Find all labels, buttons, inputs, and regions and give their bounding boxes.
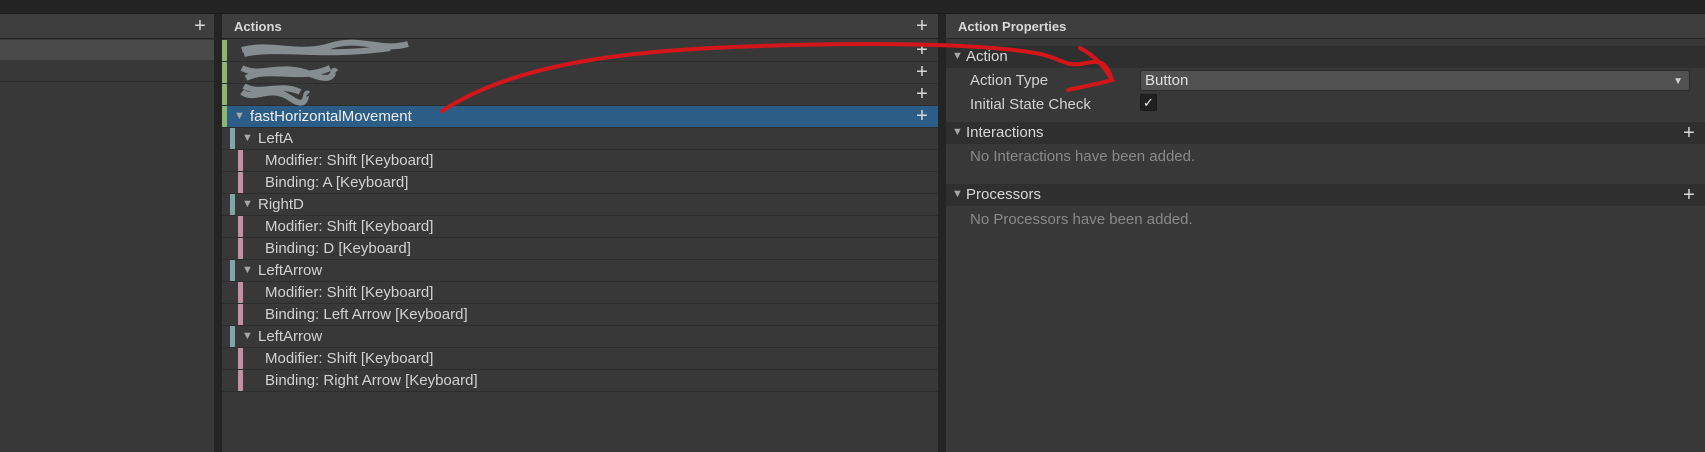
add-action-map-button[interactable]: + — [192, 16, 208, 36]
action-row[interactable]: + — [222, 39, 938, 62]
binding-row[interactable]: Modifier: Shift [Keyboard] — [222, 150, 938, 172]
composite-row[interactable]: ▼ LeftArrow — [222, 260, 938, 282]
action-map-item[interactable] — [0, 62, 214, 82]
collapse-triangle-icon[interactable]: ▼ — [952, 50, 963, 62]
expand-triangle-icon[interactable]: ▼ — [242, 330, 253, 342]
composite-label: LeftArrow — [258, 262, 323, 279]
composite-row[interactable]: ▼ RightD — [222, 194, 938, 216]
initial-state-checkbox[interactable]: ✓ — [1140, 94, 1157, 111]
processors-section-header[interactable]: ▼ Processors + — [946, 184, 1705, 206]
binding-label: Modifier: Shift [Keyboard] — [265, 284, 434, 301]
add-interaction-button[interactable]: + — [1681, 123, 1697, 143]
action-row[interactable]: + — [222, 83, 938, 106]
binding-label: Binding: Left Arrow [Keyboard] — [265, 306, 468, 323]
properties-header: Action Properties — [946, 14, 1705, 39]
action-type-label: Action Type — [970, 72, 1049, 89]
action-label: fastHorizontalMovement — [250, 108, 412, 125]
action-type-dropdown[interactable]: Button ▼ — [1140, 70, 1690, 91]
no-interactions-message: No Interactions have been added. — [970, 148, 1196, 165]
binding-marker — [238, 304, 243, 325]
binding-row[interactable]: Modifier: Shift [Keyboard] — [222, 348, 938, 370]
binding-marker — [238, 150, 243, 171]
section-title: Action — [966, 48, 1008, 65]
binding-marker — [238, 282, 243, 303]
actions-title: Actions — [234, 19, 282, 34]
action-marker — [222, 62, 227, 83]
binding-marker — [238, 370, 243, 391]
action-marker — [222, 40, 227, 61]
binding-label: Binding: D [Keyboard] — [265, 240, 411, 257]
expand-triangle-icon[interactable]: ▼ — [242, 264, 253, 276]
actions-tree: + + + ▼ fastHorizontalMovement + ▼ LeftA… — [222, 39, 938, 452]
binding-label: Binding: Right Arrow [Keyboard] — [265, 372, 478, 389]
action-marker — [222, 106, 227, 127]
binding-row[interactable]: Binding: Left Arrow [Keyboard] — [222, 304, 938, 326]
no-processors-message: No Processors have been added. — [970, 211, 1193, 228]
action-marker — [222, 84, 227, 105]
dropdown-arrow-icon: ▼ — [1673, 76, 1683, 87]
composite-row[interactable]: ▼ LeftArrow — [222, 326, 938, 348]
add-processor-button[interactable]: + — [1681, 185, 1697, 205]
binding-label: Modifier: Shift [Keyboard] — [265, 350, 434, 367]
binding-row[interactable]: Binding: D [Keyboard] — [222, 238, 938, 260]
binding-marker — [238, 238, 243, 259]
binding-row[interactable]: Binding: Right Arrow [Keyboard] — [222, 370, 938, 392]
add-action-button[interactable]: + — [914, 16, 930, 36]
actions-header: Actions + — [222, 14, 938, 39]
redaction-scribble — [240, 65, 339, 81]
add-binding-button[interactable]: + — [914, 62, 930, 82]
section-title: Interactions — [966, 124, 1044, 141]
section-title: Processors — [966, 186, 1042, 203]
binding-label: Binding: A [Keyboard] — [265, 174, 409, 191]
binding-label: Modifier: Shift [Keyboard] — [265, 218, 434, 235]
composite-marker — [230, 128, 235, 149]
action-row[interactable]: + — [222, 62, 938, 84]
action-properties-panel: Action Properties ▼ Action Action Type B… — [946, 14, 1705, 452]
add-binding-button[interactable]: + — [914, 106, 930, 126]
action-map-item-selected[interactable] — [0, 40, 214, 60]
collapse-triangle-icon[interactable]: ▼ — [952, 126, 963, 138]
add-binding-button[interactable]: + — [914, 40, 930, 60]
action-maps-header: + — [0, 14, 214, 39]
composite-label: LeftArrow — [258, 328, 323, 345]
redaction-scribble — [241, 39, 409, 57]
binding-marker — [238, 348, 243, 369]
binding-marker — [238, 216, 243, 237]
window-top-bar — [0, 0, 1705, 14]
panel-splitter[interactable] — [214, 14, 222, 452]
composite-marker — [230, 260, 235, 281]
binding-row[interactable]: Binding: A [Keyboard] — [222, 172, 938, 194]
action-type-value: Button — [1145, 72, 1189, 89]
expand-triangle-icon[interactable]: ▼ — [234, 110, 245, 122]
binding-marker — [238, 172, 243, 193]
composite-row[interactable]: ▼ LeftA — [222, 128, 938, 150]
properties-title: Action Properties — [958, 19, 1067, 34]
action-maps-panel: + — [0, 14, 214, 452]
composite-label: LeftA — [258, 130, 294, 147]
panel-splitter[interactable] — [938, 14, 946, 452]
expand-triangle-icon[interactable]: ▼ — [242, 198, 253, 210]
interactions-section-header[interactable]: ▼ Interactions + — [946, 122, 1705, 144]
actions-panel: Actions + + + + ▼ fastHorizontalMovement… — [222, 14, 938, 452]
add-binding-button[interactable]: + — [914, 84, 930, 104]
action-row-selected[interactable]: ▼ fastHorizontalMovement + — [222, 106, 938, 128]
composite-marker — [230, 194, 235, 215]
composite-label: RightD — [258, 196, 304, 213]
action-section-header[interactable]: ▼ Action — [946, 46, 1705, 68]
binding-row[interactable]: Modifier: Shift [Keyboard] — [222, 216, 938, 238]
binding-row[interactable]: Modifier: Shift [Keyboard] — [222, 282, 938, 304]
checkmark-icon: ✓ — [1143, 95, 1154, 110]
initial-state-check-label: Initial State Check — [970, 96, 1091, 113]
expand-triangle-icon[interactable]: ▼ — [242, 132, 253, 144]
collapse-triangle-icon[interactable]: ▼ — [952, 188, 963, 200]
redaction-scribble — [240, 83, 310, 106]
composite-marker — [230, 326, 235, 347]
binding-label: Modifier: Shift [Keyboard] — [265, 152, 434, 169]
